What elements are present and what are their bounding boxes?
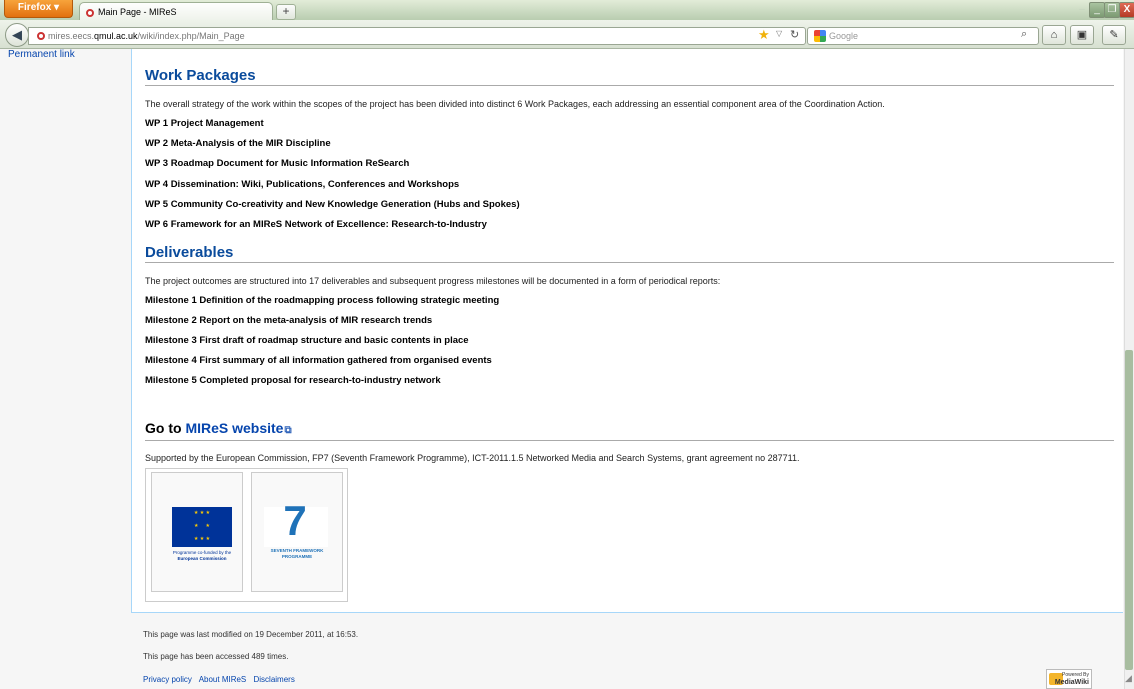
url-host: qmul.ac.uk — [94, 31, 138, 41]
site-identity-icon[interactable] — [37, 32, 45, 40]
home-icon: ⌂ — [1050, 29, 1058, 41]
reload-icon[interactable]: ↻ — [790, 28, 799, 41]
resize-grip-icon[interactable]: ◢ — [1125, 673, 1133, 687]
work-packages-heading: Work Packages — [145, 66, 1114, 86]
wp-item: WP 2 Meta-Analysis of the MIR Discipline — [145, 138, 331, 149]
history-dropdown-icon[interactable]: ▽ — [776, 29, 782, 38]
mediawiki-label: MediaWiki — [1054, 679, 1089, 686]
disclaimers-link[interactable]: Disclaimers — [254, 675, 295, 684]
home-button[interactable]: ⌂ — [1042, 25, 1066, 45]
address-bar[interactable]: mires.eecs.qmul.ac.uk/wiki/index.php/Mai… — [28, 27, 806, 45]
window-minimize-icon[interactable]: _ — [1089, 2, 1105, 18]
milestone-item: Milestone 1 Definition of the roadmappin… — [145, 295, 500, 306]
wp-item: WP 4 Dissemination: Wiki, Publications, … — [145, 179, 460, 190]
window-titlebar: Firefox ▾ Main Page - MIReS + – _ ❐ X — [0, 0, 1134, 21]
addons-button[interactable]: ✎ — [1102, 25, 1126, 45]
fp7-seven-icon: 7 — [283, 497, 307, 544]
wp-item: WP 3 Roadmap Document for Music Informat… — [145, 158, 410, 169]
powered-by-mediawiki-badge[interactable]: Powered By MediaWiki — [1046, 669, 1092, 689]
search-icon[interactable]: ⌕ — [1021, 28, 1027, 41]
goto-prefix: Go to — [145, 420, 182, 436]
url-prefix: mires.eecs. — [48, 31, 95, 41]
google-engine-icon[interactable] — [814, 30, 826, 42]
work-packages-intro: The overall strategy of the work within … — [145, 99, 885, 109]
back-arrow-icon: ◀ — [12, 27, 22, 42]
footer-links: Privacy policy About MIReS Disclaimers — [143, 675, 300, 685]
wp-item: WP 1 Project Management — [145, 118, 264, 129]
powered-by-text: Powered By MediaWiki — [1055, 672, 1089, 687]
fp7-logo[interactable]: 7 SEVENTH FRAMEWORK PROGRAMME — [251, 472, 343, 592]
browser-tab[interactable]: Main Page - MIReS — [79, 2, 273, 21]
search-bar[interactable]: Google — [807, 27, 1039, 45]
bookmarks-icon: ▣ — [1076, 29, 1088, 41]
close-button[interactable]: X — [1119, 2, 1134, 18]
search-placeholder: Google — [829, 31, 859, 41]
eu-caption-line2: European Commission — [177, 556, 227, 561]
goto-heading: Go to MIReS website⧉ — [145, 419, 1114, 441]
back-button[interactable]: ◀ — [5, 23, 29, 47]
privacy-policy-link[interactable]: Privacy policy — [143, 675, 192, 684]
navigation-toolbar: ◀ mires.eecs.qmul.ac.uk/wiki/index.php/M… — [0, 20, 1134, 49]
deliverables-intro: The project outcomes are structured into… — [145, 276, 721, 286]
puzzle-icon: ✎ — [1109, 29, 1119, 41]
restore-button[interactable]: ❐ — [1104, 2, 1120, 18]
accessed-count-text: This page has been accessed 489 times. — [143, 652, 289, 661]
wp-item: WP 5 Community Co-creativity and New Kno… — [145, 199, 520, 210]
site-favicon-icon — [86, 9, 94, 17]
firefox-menu-button[interactable]: Firefox ▾ — [4, 0, 73, 18]
new-tab-button[interactable]: + — [276, 4, 296, 20]
milestone-item: Milestone 3 First draft of roadmap struc… — [145, 335, 469, 346]
firefox-menu-label: Firefox — [17, 2, 52, 13]
milestone-item: Milestone 2 Report on the meta-analysis … — [145, 315, 433, 326]
tab-title: Main Page - MIReS — [98, 7, 177, 17]
powered-by-label: Powered By — [1062, 672, 1089, 678]
url-path: /wiki/index.php/Main_Page — [137, 31, 245, 41]
last-modified-text: This page was last modified on 19 Decemb… — [143, 630, 359, 639]
milestone-item: Milestone 5 Completed proposal for resea… — [145, 375, 441, 386]
wp-item: WP 6 Framework for an MIReS Network of E… — [145, 219, 487, 230]
fp7-caption: SEVENTH FRAMEWORK PROGRAMME — [270, 548, 324, 559]
external-link-icon: ⧉ — [284, 425, 292, 436]
minimize-button[interactable]: – — [1074, 2, 1090, 18]
about-link[interactable]: About MIReS — [199, 675, 247, 684]
eu-flag-icon: ★ ★ ★ ★ ★ ★ ★ ★ — [172, 507, 232, 547]
permanent-link[interactable]: Permanent link — [8, 49, 75, 61]
bookmark-star-icon[interactable]: ★ — [758, 28, 770, 42]
mires-website-link[interactable]: MIReS website — [185, 420, 283, 436]
deliverables-heading: Deliverables — [145, 243, 1114, 263]
eu-logo[interactable]: ★ ★ ★ ★ ★ ★ ★ ★ Programme co-funded by the… — [151, 472, 243, 592]
page-viewport: Permanent link Work Packages The overall… — [0, 49, 1134, 689]
milestone-item: Milestone 4 First summary of all informa… — [145, 355, 492, 366]
scrollbar-thumb[interactable] — [1125, 350, 1133, 670]
bookmarks-button[interactable]: ▣ — [1070, 25, 1094, 45]
supported-by-text: Supported by the European Commission, FP… — [145, 453, 800, 463]
